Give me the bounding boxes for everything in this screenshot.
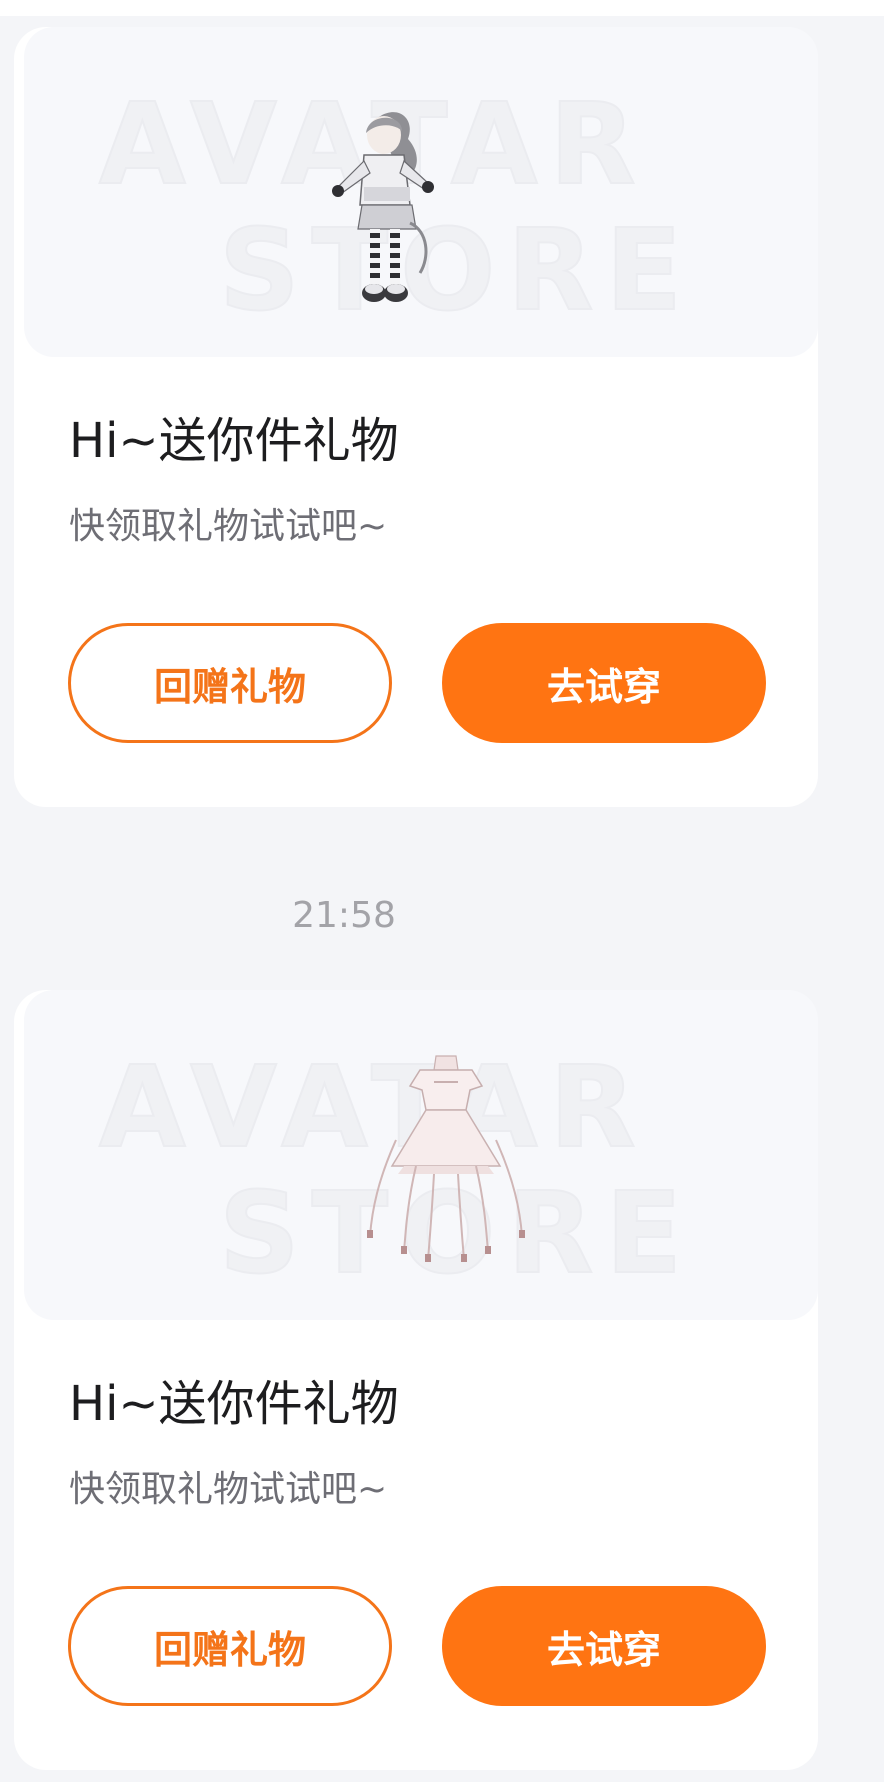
gift-banner[interactable]: AVATAR STORE	[24, 990, 818, 1320]
return-gift-button[interactable]: 回赠礼物	[68, 1586, 392, 1706]
try-on-button[interactable]: 去试穿	[442, 623, 766, 743]
message-timestamp: 21:58	[292, 895, 396, 936]
gift-subtitle: 快领取礼物试试吧~	[69, 506, 388, 547]
return-gift-button[interactable]: 回赠礼物	[68, 623, 392, 743]
gift-title: Hi~送你件礼物	[69, 413, 399, 469]
avatar-girl-outfit-icon	[332, 112, 434, 302]
top-strip	[0, 0, 884, 16]
try-on-button[interactable]: 去试穿	[442, 1586, 766, 1706]
gift-subtitle: 快领取礼物试试吧~	[69, 1469, 388, 1510]
gift-card: AVATAR STORE	[14, 27, 818, 807]
gift-title: Hi~送你件礼物	[69, 1376, 399, 1432]
gift-card: AVATAR STORE	[14, 990, 818, 1770]
chat-page: AVATAR STORE	[0, 0, 884, 1782]
gift-banner[interactable]: AVATAR STORE	[24, 27, 818, 357]
white-dress-icon	[367, 1055, 525, 1262]
